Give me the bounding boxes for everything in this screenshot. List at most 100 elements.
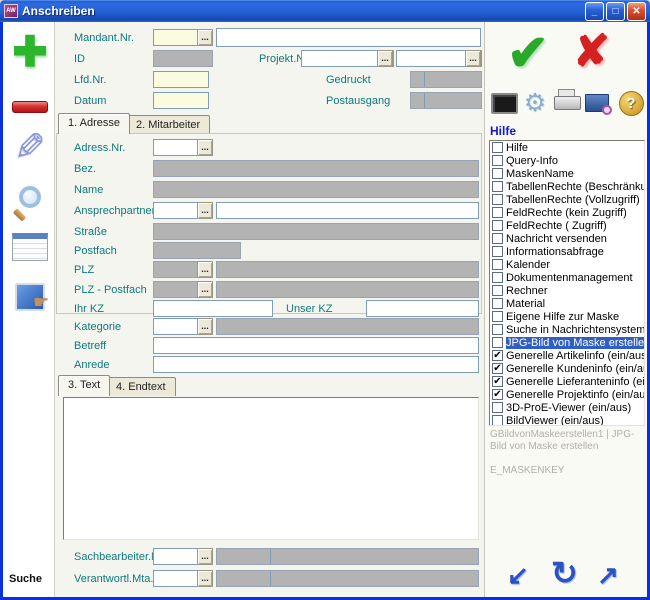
- checkbox-icon[interactable]: [492, 311, 503, 322]
- hilfe-list-item[interactable]: MaskenName: [490, 167, 644, 180]
- screen-select-button[interactable]: ☛: [9, 276, 51, 318]
- hilfe-list-item[interactable]: ✔Generelle Lieferanteninfo (ein/aus): [490, 375, 644, 388]
- add-record-button[interactable]: ✚: [9, 30, 51, 72]
- checkbox-icon[interactable]: [492, 285, 503, 296]
- adressnr-lookup-button[interactable]: ...: [197, 139, 213, 156]
- titlebar[interactable]: AW Anschreiben _ □ ✕: [0, 0, 650, 22]
- hilfe-list-item[interactable]: Dokumentenmanagement: [490, 271, 644, 284]
- projekt-lookup-button[interactable]: ...: [377, 50, 393, 67]
- hilfe-list-item[interactable]: TabellenRechte (Beschränkung): [490, 180, 644, 193]
- checkbox-icon[interactable]: [492, 155, 503, 166]
- checkbox-icon[interactable]: [492, 181, 503, 192]
- screenshot-button[interactable]: [489, 88, 519, 118]
- anrede-input[interactable]: [153, 356, 479, 373]
- brief-textarea[interactable]: [63, 397, 479, 540]
- delete-record-button[interactable]: [9, 86, 51, 128]
- help-button[interactable]: ?: [617, 88, 645, 118]
- hilfe-list-item[interactable]: Eigene Hilfe zur Maske: [490, 310, 644, 323]
- hilfe-list-item[interactable]: JPG-Bild von Maske erstellen: [490, 336, 644, 349]
- mandant-lookup-button[interactable]: ...: [197, 29, 213, 46]
- tab-adresse[interactable]: 1. Adresse: [58, 113, 130, 134]
- tab-mitarbeiter[interactable]: 2. Mitarbeiter: [126, 115, 210, 134]
- checkbox-icon[interactable]: [492, 233, 503, 244]
- hilfe-list-item[interactable]: Nachricht versenden: [490, 232, 644, 245]
- checkbox-icon[interactable]: [492, 324, 503, 335]
- betreff-input[interactable]: [153, 337, 479, 354]
- checkbox-icon[interactable]: [492, 246, 503, 257]
- close-button[interactable]: ✕: [627, 2, 646, 21]
- ansprechpartner-name-input[interactable]: [216, 202, 479, 219]
- hilfe-list-item[interactable]: FeldRechte (kein Zugriff): [490, 206, 644, 219]
- verantwortlich-lookup-button[interactable]: ...: [197, 570, 213, 587]
- nav-refresh-arrow[interactable]: ↻: [551, 554, 578, 592]
- hilfe-list[interactable]: HilfeQuery-InfoMaskenNameTabellenRechte …: [489, 140, 645, 426]
- checkbox-icon[interactable]: [492, 207, 503, 218]
- hilfe-list-item[interactable]: Kalender: [490, 258, 644, 271]
- checkbox-icon[interactable]: ✔: [492, 389, 503, 400]
- checkbox-icon[interactable]: ✔: [492, 363, 503, 374]
- confirm-button[interactable]: ✔: [507, 24, 549, 82]
- checkbox-icon[interactable]: [492, 220, 503, 231]
- maximize-button[interactable]: □: [606, 2, 625, 21]
- hilfe-list-item[interactable]: ✔Generelle Artikelinfo (ein/aus): [490, 349, 644, 362]
- cancel-button[interactable]: ✘: [573, 26, 610, 77]
- hilfe-list-item[interactable]: Hilfe: [490, 141, 644, 154]
- print-button[interactable]: [551, 88, 583, 118]
- table-icon: [12, 233, 48, 261]
- name-field: [153, 181, 479, 198]
- hilfe-list-item[interactable]: Material: [490, 297, 644, 310]
- datum-input[interactable]: [153, 92, 209, 109]
- hilfe-list-item[interactable]: BildViewer (ein/aus): [490, 414, 644, 426]
- hilfe-list-item-label: JPG-Bild von Maske erstellen: [506, 337, 644, 349]
- checkbox-icon[interactable]: [492, 415, 503, 426]
- checkbox-icon[interactable]: ✔: [492, 376, 503, 387]
- checkbox-icon[interactable]: ✔: [492, 350, 503, 361]
- hilfe-list-item[interactable]: 3D-ProE-Viewer (ein/aus): [490, 401, 644, 414]
- settings-button[interactable]: ⚙: [521, 88, 549, 118]
- ihr-kz-input[interactable]: [153, 300, 273, 317]
- ansprechpartner-lookup-button[interactable]: ...: [197, 202, 213, 219]
- tab-text[interactable]: 3. Text: [58, 375, 110, 396]
- sachbearbeiter-lookup-button[interactable]: ...: [197, 548, 213, 565]
- hilfe-list-item[interactable]: Rechner: [490, 284, 644, 297]
- tab-endtext[interactable]: 4. Endtext: [106, 377, 176, 396]
- unser-kz-label: Unser KZ: [286, 303, 332, 315]
- projekt-name-lookup-button[interactable]: ...: [465, 50, 481, 67]
- mask-search-button[interactable]: [583, 88, 611, 118]
- mandant-label: Mandant.Nr.: [74, 32, 134, 44]
- hilfe-list-item[interactable]: Informationsabfrage: [490, 245, 644, 258]
- kategorie-lookup-button[interactable]: ...: [197, 318, 213, 335]
- anrede-label: Anrede: [74, 359, 109, 371]
- table-view-button[interactable]: [9, 226, 51, 268]
- checkbox-icon[interactable]: [492, 142, 503, 153]
- hilfe-list-item[interactable]: TabellenRechte (Vollzugriff): [490, 193, 644, 206]
- main-form: Mandant.Nr. ... ID Projekt.Nr. ... ... L…: [56, 22, 483, 597]
- kategorie-label: Kategorie: [74, 321, 121, 333]
- search-button[interactable]: [9, 176, 51, 218]
- status-key: E_MASKENKEY: [490, 465, 642, 476]
- checkbox-icon[interactable]: [492, 194, 503, 205]
- gears-icon: ⚙: [524, 88, 546, 118]
- checkbox-icon[interactable]: [492, 298, 503, 309]
- checkbox-icon[interactable]: [492, 168, 503, 179]
- hilfe-list-item[interactable]: Query-Info: [490, 154, 644, 167]
- nav-forward-arrow[interactable]: ↗: [597, 560, 619, 591]
- hilfe-list-item[interactable]: FeldRechte ( Zugriff): [490, 219, 644, 232]
- hilfe-list-item[interactable]: ✔Generelle Kundeninfo (ein/aus): [490, 362, 644, 375]
- nav-back-arrow[interactable]: ↙: [507, 560, 529, 591]
- checkbox-icon[interactable]: [492, 272, 503, 283]
- hilfe-list-item[interactable]: Suche in Nachrichtensystem speich: [490, 323, 644, 336]
- hilfe-list-item-label: FeldRechte (kein Zugriff): [506, 207, 644, 219]
- hilfe-list-item[interactable]: ✔Generelle Projektinfo (ein/aus): [490, 388, 644, 401]
- plz-lookup-button[interactable]: ...: [197, 261, 213, 278]
- minimize-button[interactable]: _: [585, 2, 604, 21]
- unser-kz-input[interactable]: [366, 300, 479, 317]
- sachbearbeiter-name-field: [216, 548, 479, 565]
- checkbox-icon[interactable]: [492, 259, 503, 270]
- mandant-name-input[interactable]: [216, 28, 481, 47]
- checkbox-icon[interactable]: [492, 337, 503, 348]
- checkbox-icon[interactable]: [492, 402, 503, 413]
- edit-record-button[interactable]: ✎: [9, 126, 51, 168]
- lfdnr-input[interactable]: [153, 71, 209, 88]
- plz-postfach-lookup-button[interactable]: ...: [197, 281, 213, 298]
